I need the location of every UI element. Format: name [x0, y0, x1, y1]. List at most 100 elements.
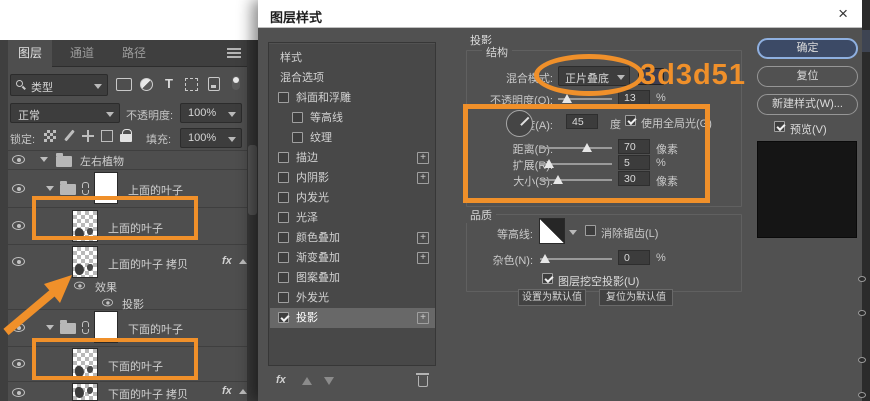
antialias-checkbox[interactable]: [585, 225, 596, 236]
add-effect-icon[interactable]: [417, 252, 429, 264]
noise-value[interactable]: 0: [618, 250, 650, 265]
layer-row-bottom-leaf[interactable]: 下面的叶子: [8, 347, 247, 381]
angle-dial[interactable]: [506, 110, 533, 137]
chevron-down-icon[interactable]: [40, 157, 48, 162]
shadow-blend-mode-dropdown[interactable]: 正片叠底: [558, 66, 630, 86]
preview-checkbox[interactable]: [774, 121, 785, 132]
chevron-up-icon[interactable]: [239, 259, 247, 264]
layer-row-bottom-leaf-copy[interactable]: 下面的叶子 拷贝 fx: [8, 382, 247, 401]
move-effect-down-icon[interactable]: [324, 377, 334, 385]
slider-thumb[interactable]: [553, 175, 563, 184]
style-item-gradient-overlay[interactable]: 渐变叠加: [270, 248, 435, 268]
new-style-button[interactable]: 新建样式(W)...: [757, 94, 858, 115]
reset-button[interactable]: 复位: [757, 66, 858, 87]
visibility-eye-icon[interactable]: [12, 155, 25, 164]
fx-menu-button[interactable]: fx: [276, 374, 286, 386]
shadow-opacity-value[interactable]: 13: [618, 90, 650, 105]
make-default-button[interactable]: 设置为默认值: [518, 289, 586, 306]
lock-pixels-icon[interactable]: [64, 130, 76, 142]
lock-all-icon[interactable]: [120, 129, 132, 141]
shadow-color-swatch[interactable]: [638, 68, 664, 85]
style-item-inner-shadow[interactable]: 内阴影: [270, 168, 435, 188]
spread-slider[interactable]: [540, 163, 612, 165]
ok-button[interactable]: 确定: [757, 38, 858, 59]
slider-thumb[interactable]: [540, 254, 550, 263]
style-item-outer-glow[interactable]: 外发光: [270, 288, 435, 308]
layer-thumbnail[interactable]: [72, 383, 98, 401]
opacity-dropdown[interactable]: 100%: [180, 103, 242, 123]
layer-row-top-leaf[interactable]: 上面的叶子: [8, 208, 247, 244]
shadow-opacity-slider[interactable]: [558, 98, 612, 100]
lock-position-icon[interactable]: [82, 130, 94, 142]
style-item-stroke[interactable]: 描边: [270, 148, 435, 168]
checkbox[interactable]: [278, 312, 289, 323]
add-effect-icon[interactable]: [417, 172, 429, 184]
reset-default-button[interactable]: 复位为默认值: [599, 289, 673, 306]
layer-knockout-checkbox[interactable]: [542, 273, 553, 284]
chevron-up-icon[interactable]: [239, 389, 247, 394]
angle-value[interactable]: 45: [566, 114, 598, 129]
checkbox[interactable]: [292, 112, 303, 123]
visibility-eye-icon[interactable]: [12, 323, 25, 332]
style-item-inner-glow[interactable]: 内发光: [270, 188, 435, 208]
noise-slider[interactable]: [540, 258, 612, 260]
delete-effect-icon[interactable]: [418, 376, 428, 387]
layer-thumbnail[interactable]: [72, 348, 98, 380]
layer-thumbnail[interactable]: [72, 210, 98, 242]
visibility-eye-icon[interactable]: [12, 184, 25, 193]
close-icon[interactable]: ×: [838, 4, 848, 24]
style-item-drop-shadow[interactable]: 投影: [270, 308, 435, 328]
move-effect-up-icon[interactable]: [302, 377, 312, 385]
style-item-contour[interactable]: 等高线: [270, 108, 435, 128]
size-slider[interactable]: [540, 179, 612, 181]
lock-transparency-icon[interactable]: [44, 130, 56, 142]
panel-scrollbar[interactable]: [247, 40, 258, 401]
checkbox[interactable]: [278, 232, 289, 243]
layer-mask-thumbnail[interactable]: [94, 311, 118, 343]
tab-channels[interactable]: 通道: [60, 40, 104, 67]
checkbox[interactable]: [278, 212, 289, 223]
blend-mode-dropdown[interactable]: 正常: [10, 103, 120, 123]
style-item-texture[interactable]: 纹理: [270, 128, 435, 148]
layer-mask-thumbnail[interactable]: [94, 172, 118, 204]
layer-row-effects[interactable]: 效果: [8, 278, 247, 294]
panel-menu-icon[interactable]: [227, 48, 241, 58]
filter-shape-layers-icon[interactable]: [185, 78, 198, 91]
checkbox[interactable]: [278, 272, 289, 283]
checkbox[interactable]: [278, 252, 289, 263]
checkbox[interactable]: [278, 172, 289, 183]
tab-paths[interactable]: 路径: [112, 40, 156, 67]
layer-row-group-top[interactable]: 上面的叶子: [8, 170, 247, 207]
add-effect-icon[interactable]: [417, 152, 429, 164]
filter-adjustment-layers-icon[interactable]: [140, 78, 153, 91]
use-global-light-checkbox[interactable]: [625, 115, 636, 126]
checkbox[interactable]: [292, 132, 303, 143]
style-item-pattern-overlay[interactable]: 图案叠加: [270, 268, 435, 288]
layer-filter-type-dropdown[interactable]: 类型: [10, 74, 108, 96]
chevron-down-icon[interactable]: [569, 230, 577, 235]
lock-artboard-icon[interactable]: [101, 130, 113, 142]
slider-thumb[interactable]: [544, 159, 554, 168]
visibility-eye-icon[interactable]: [12, 388, 25, 397]
style-item-blending-options[interactable]: 混合选项: [270, 68, 435, 88]
checkbox[interactable]: [278, 192, 289, 203]
visibility-eye-icon[interactable]: [12, 221, 25, 230]
checkbox[interactable]: [278, 152, 289, 163]
filter-type-layers-icon[interactable]: T: [165, 76, 173, 91]
fill-dropdown[interactable]: 100%: [180, 128, 242, 148]
filter-pixel-layers-icon[interactable]: [116, 78, 132, 91]
distance-slider[interactable]: [540, 147, 612, 149]
visibility-eye-icon[interactable]: [102, 299, 113, 307]
style-item-bevel-emboss[interactable]: 斜面和浮雕: [270, 88, 435, 108]
filter-smart-objects-icon[interactable]: [208, 77, 220, 91]
spread-value[interactable]: 5: [618, 155, 650, 170]
visibility-eye-icon[interactable]: [12, 359, 25, 368]
chevron-down-icon[interactable]: [46, 186, 54, 191]
checkbox[interactable]: [278, 92, 289, 103]
style-item-color-overlay[interactable]: 颜色叠加: [270, 228, 435, 248]
size-value[interactable]: 30: [618, 171, 650, 186]
checkbox[interactable]: [278, 292, 289, 303]
scrollbar-thumb[interactable]: [248, 145, 257, 215]
tab-layers[interactable]: 图层: [8, 40, 52, 67]
slider-thumb[interactable]: [562, 94, 572, 103]
